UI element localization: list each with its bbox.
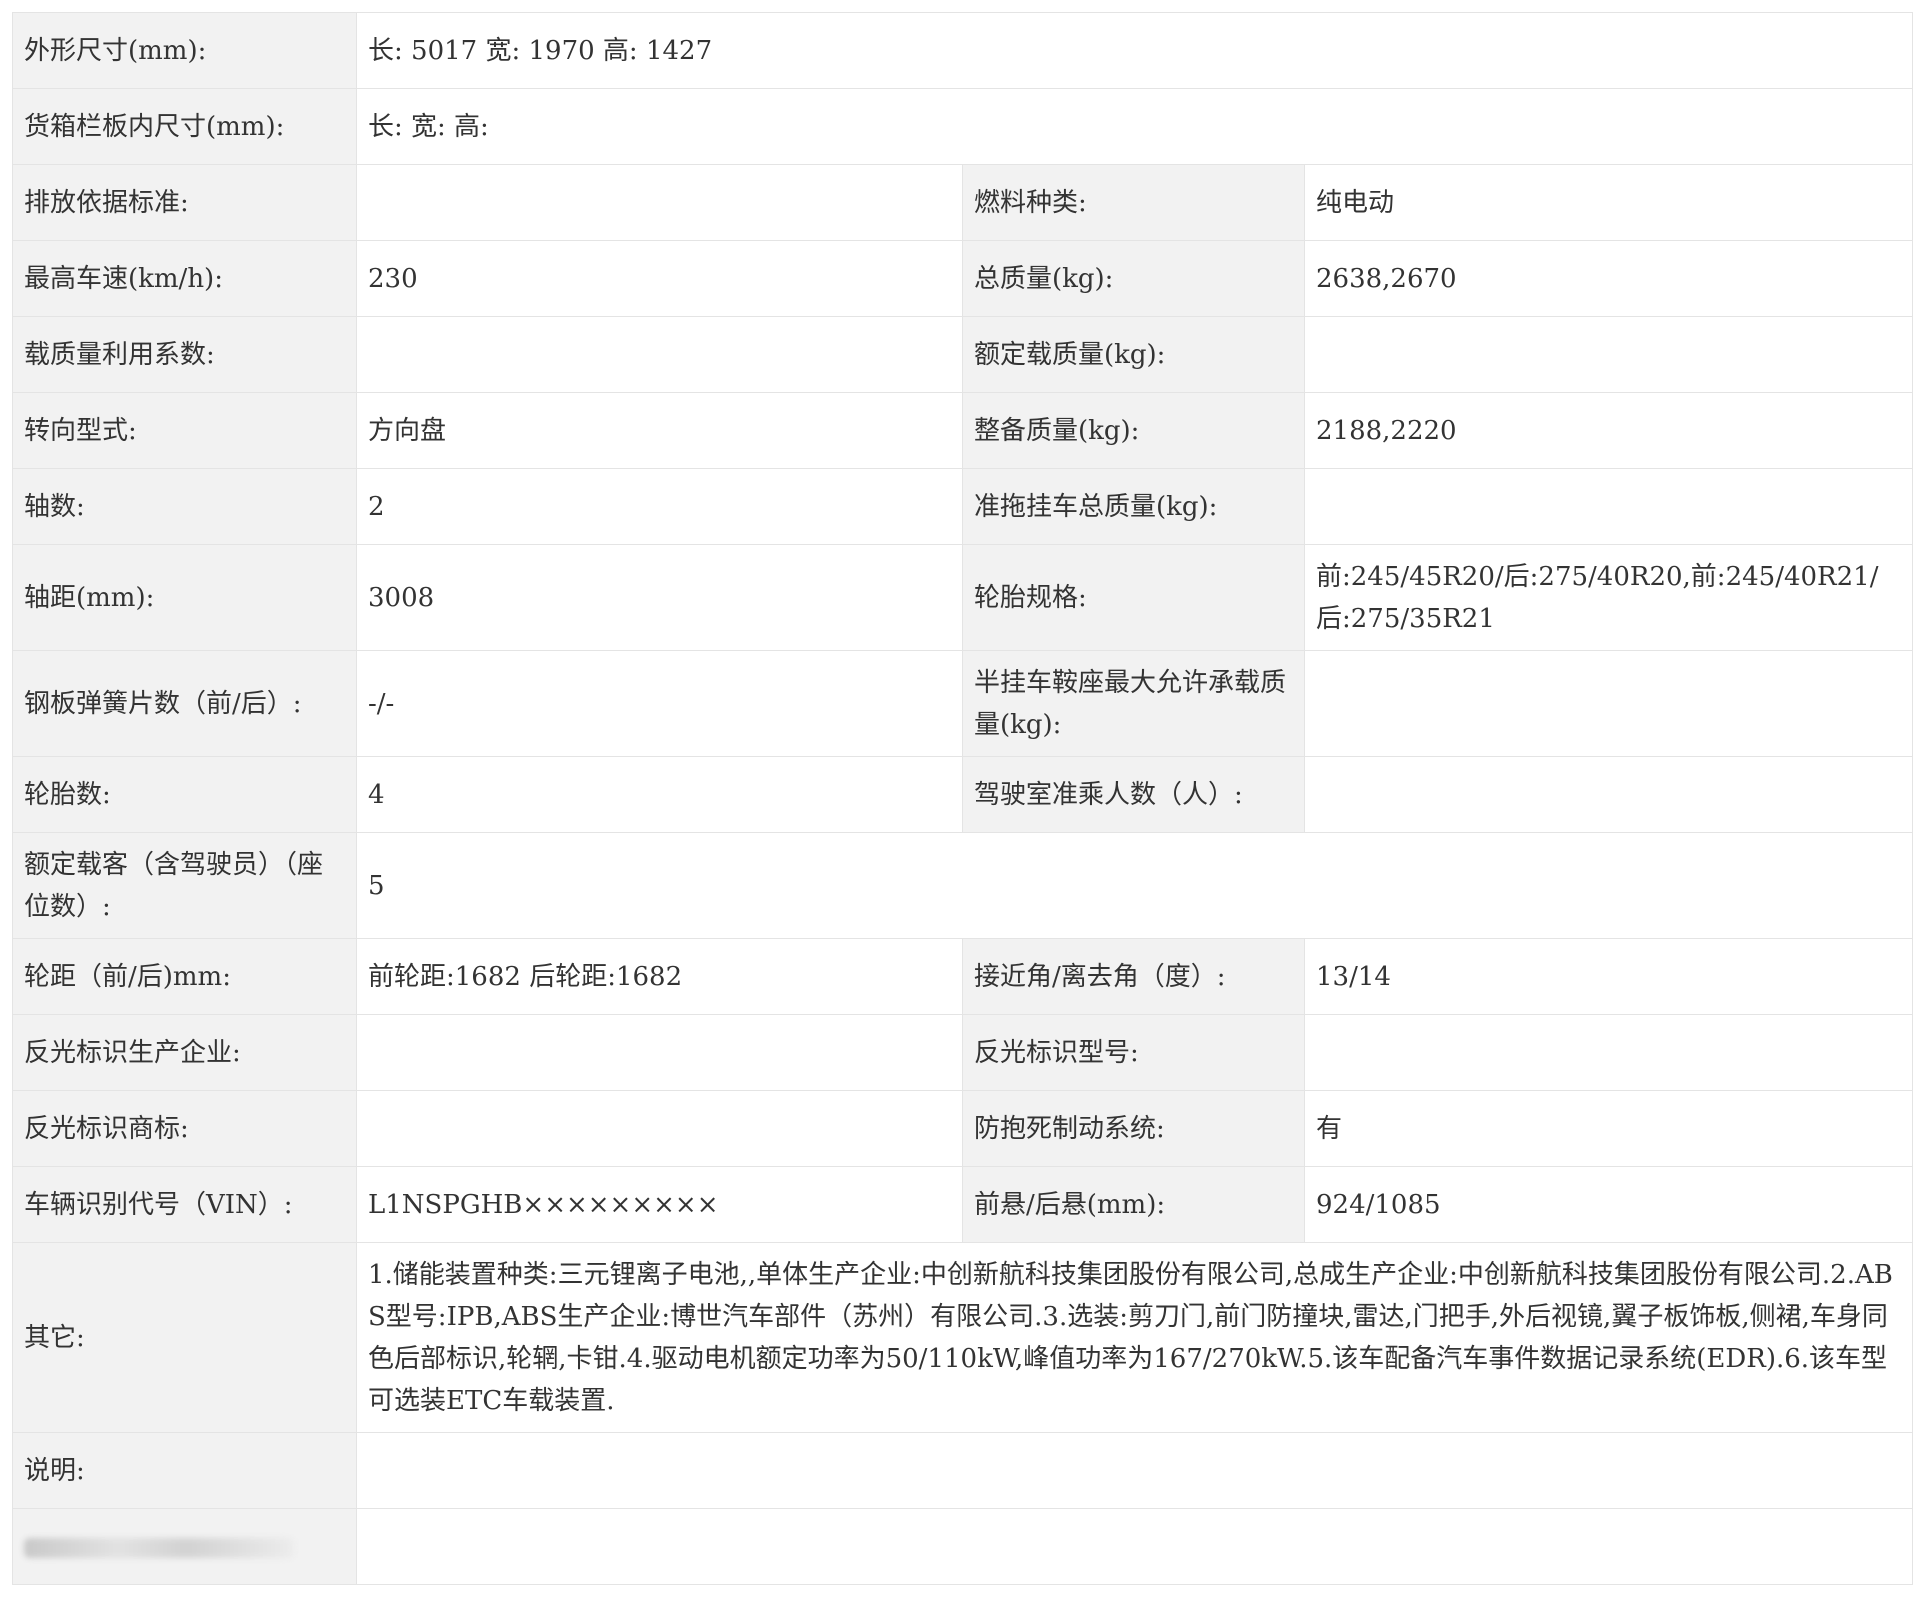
row-value-approach-departure: 13/14 [1303, 938, 1914, 1015]
row-label-other: 其它: [12, 1242, 357, 1433]
table-row: 钢板弹簧片数（前/后）: -/- 半挂车鞍座最大允许承载质量(kg): [12, 650, 1914, 757]
row-label-load-coefficient: 载质量利用系数: [12, 316, 357, 393]
row-value-fifth-wheel-load [1303, 650, 1914, 757]
row-value-fuel-type: 纯电动 [1303, 164, 1914, 241]
row-value-notes [355, 1432, 1914, 1509]
row-label-tire-count: 轮胎数: [12, 756, 357, 833]
row-label-approach-departure: 接近角/离去角（度）: [962, 938, 1305, 1015]
table-row: 说明: [12, 1432, 1914, 1509]
table-row: 轴数: 2 准拖挂车总质量(kg): [12, 468, 1914, 545]
row-value-curb-mass: 2188,2220 [1303, 392, 1914, 469]
table-row: 其它: 1.储能装置种类:三元锂离子电池,,单体生产企业:中创新航科技集团股份有… [12, 1242, 1914, 1433]
row-label-tire-spec: 轮胎规格: [962, 544, 1305, 651]
row-label-track: 轮距（前/后)mm: [12, 938, 357, 1015]
row-value-obscured [355, 1508, 1914, 1585]
table-row: 货箱栏板内尺寸(mm): 长: 宽: 高: [12, 88, 1914, 165]
row-value-reflector-brand [356, 1090, 963, 1167]
row-label-leaf-springs: 钢板弹簧片数（前/后）: [12, 650, 357, 757]
row-value-rated-passengers: 5 [355, 832, 1914, 939]
row-value-reflector-maker [356, 1014, 963, 1091]
row-value-reflector-model [1303, 1014, 1914, 1091]
row-value-emission-standard [356, 164, 963, 241]
row-label-trailer-mass: 准拖挂车总质量(kg): [962, 468, 1305, 545]
row-value-leaf-springs: -/- [356, 650, 963, 757]
row-label-wheelbase: 轴距(mm): [12, 544, 357, 651]
row-label-reflector-model: 反光标识型号: [962, 1014, 1305, 1091]
row-label-reflector-maker: 反光标识生产企业: [12, 1014, 357, 1091]
vehicle-spec-table: 外形尺寸(mm): 长: 5017 宽: 1970 高: 1427 货箱栏板内尺… [12, 12, 1914, 1585]
table-row: 车辆识别代号（VIN）: L1NSPGHB××××××××× 前悬/后悬(mm)… [12, 1166, 1914, 1243]
table-row: 反光标识生产企业: 反光标识型号: [12, 1014, 1914, 1091]
row-label-gross-mass: 总质量(kg): [962, 240, 1305, 317]
row-value-tire-spec: 前:245/45R20/后:275/40R20,前:245/40R21/后:27… [1303, 544, 1914, 651]
row-value-dimensions: 长: 5017 宽: 1970 高: 1427 [355, 12, 1914, 89]
row-label-fifth-wheel-load: 半挂车鞍座最大允许承载质量(kg): [962, 650, 1305, 757]
row-value-trailer-mass [1303, 468, 1914, 545]
row-value-cargo-box: 长: 宽: 高: [355, 88, 1914, 165]
row-value-steering: 方向盘 [356, 392, 963, 469]
row-value-axles: 2 [356, 468, 963, 545]
row-value-overhang: 924/1085 [1303, 1166, 1914, 1243]
table-row: 轮距（前/后)mm: 前轮距:1682 后轮距:1682 接近角/离去角（度）:… [12, 938, 1914, 1015]
row-label-fuel-type: 燃料种类: [962, 164, 1305, 241]
table-row: 反光标识商标: 防抱死制动系统: 有 [12, 1090, 1914, 1167]
row-label-obscured [12, 1508, 357, 1585]
table-row: 转向型式: 方向盘 整备质量(kg): 2188,2220 [12, 392, 1914, 469]
row-label-steering: 转向型式: [12, 392, 357, 469]
row-value-rated-load [1303, 316, 1914, 393]
row-label-dimensions: 外形尺寸(mm): [12, 12, 357, 89]
table-row: 排放依据标准: 燃料种类: 纯电动 [12, 164, 1914, 241]
row-label-overhang: 前悬/后悬(mm): [962, 1166, 1305, 1243]
row-label-curb-mass: 整备质量(kg): [962, 392, 1305, 469]
table-row [12, 1508, 1914, 1585]
row-value-wheelbase: 3008 [356, 544, 963, 651]
row-label-rated-load: 额定载质量(kg): [962, 316, 1305, 393]
table-row: 轴距(mm): 3008 轮胎规格: 前:245/45R20/后:275/40R… [12, 544, 1914, 651]
row-label-notes: 说明: [12, 1432, 357, 1509]
row-label-reflector-brand: 反光标识商标: [12, 1090, 357, 1167]
row-value-max-speed: 230 [356, 240, 963, 317]
row-label-axles: 轴数: [12, 468, 357, 545]
table-row: 载质量利用系数: 额定载质量(kg): [12, 316, 1914, 393]
row-label-vin: 车辆识别代号（VIN）: [12, 1166, 357, 1243]
row-value-track: 前轮距:1682 后轮距:1682 [356, 938, 963, 1015]
row-value-gross-mass: 2638,2670 [1303, 240, 1914, 317]
table-row: 外形尺寸(mm): 长: 5017 宽: 1970 高: 1427 [12, 12, 1914, 89]
row-label-emission-standard: 排放依据标准: [12, 164, 357, 241]
row-value-tire-count: 4 [356, 756, 963, 833]
row-label-max-speed: 最高车速(km/h): [12, 240, 357, 317]
row-label-cargo-box: 货箱栏板内尺寸(mm): [12, 88, 357, 165]
table-row: 额定载客（含驾驶员）（座位数）: 5 [12, 832, 1914, 939]
row-label-rated-passengers: 额定载客（含驾驶员）（座位数）: [12, 832, 357, 939]
row-value-other: 1.储能装置种类:三元锂离子电池,,单体生产企业:中创新航科技集团股份有限公司,… [355, 1242, 1914, 1433]
row-value-cab-occupants [1303, 756, 1914, 833]
table-row: 最高车速(km/h): 230 总质量(kg): 2638,2670 [12, 240, 1914, 317]
row-value-abs: 有 [1303, 1090, 1914, 1167]
row-value-load-coefficient [356, 316, 963, 393]
table-row: 轮胎数: 4 驾驶室准乘人数（人）: [12, 756, 1914, 833]
row-label-cab-occupants: 驾驶室准乘人数（人）: [962, 756, 1305, 833]
row-value-vin: L1NSPGHB××××××××× [356, 1166, 963, 1243]
row-label-abs: 防抱死制动系统: [962, 1090, 1305, 1167]
blurred-text [24, 1537, 294, 1558]
